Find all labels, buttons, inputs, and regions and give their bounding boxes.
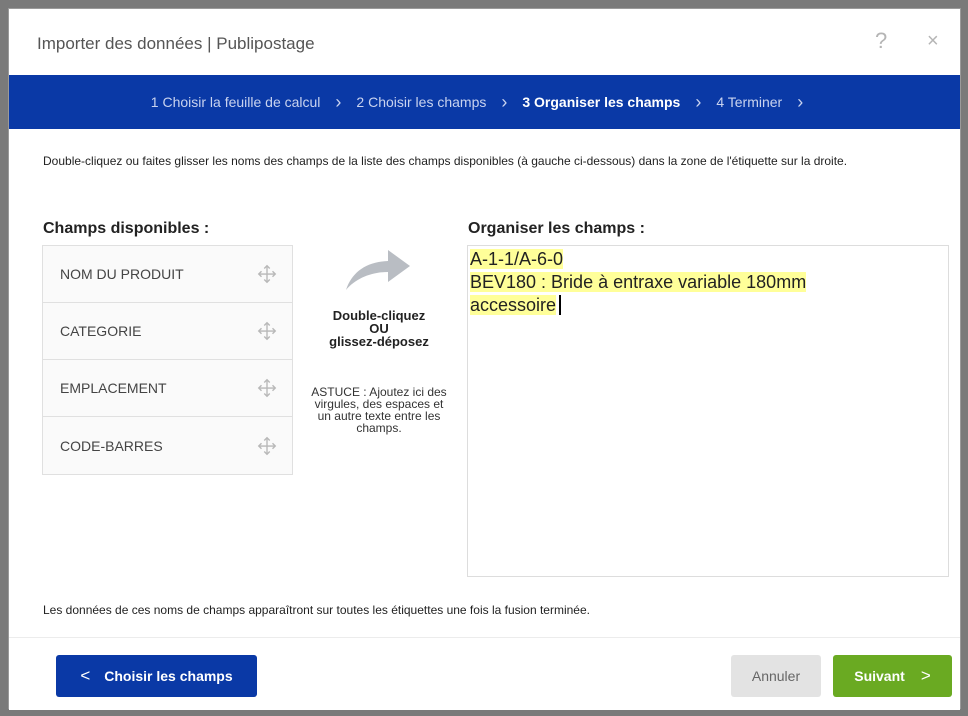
dialog-footer: < Choisir les champs Annuler Suivant > [9, 637, 960, 710]
step-finish[interactable]: 4 Terminer [716, 94, 782, 110]
back-button[interactable]: < Choisir les champs [56, 655, 257, 697]
move-icon[interactable] [256, 320, 278, 342]
dialog-title: Importer des données | Publipostage [37, 34, 315, 53]
chevron-right-icon: › [695, 92, 702, 112]
move-icon[interactable] [256, 377, 278, 399]
next-button-label: Suivant [854, 668, 905, 684]
available-fields-list: NOM DU PRODUIT CATEGORIE EMPLACEMENT COD… [42, 245, 293, 475]
field-item-category[interactable]: CATEGORIE [43, 303, 292, 360]
tip-text: ASTUCE : Ajoutez ici des virgules, des e… [311, 385, 447, 435]
field-label: NOM DU PRODUIT [60, 266, 184, 282]
chevron-right-icon: › [797, 92, 804, 112]
curved-arrow-icon [346, 250, 410, 290]
move-icon[interactable] [256, 263, 278, 285]
field-item-location[interactable]: EMPLACEMENT [43, 360, 292, 417]
chevron-right-icon: › [335, 92, 342, 112]
chevron-right-icon: > [920, 666, 931, 685]
text-cursor [559, 295, 562, 315]
field-label: CODE-BARRES [60, 437, 163, 454]
merge-field-product-name[interactable]: BEV180 : Bride à entraxe variable 180mm [470, 272, 807, 292]
help-icon[interactable]: ? [875, 28, 887, 54]
instructions-text: Double-cliquez ou faites glisser les nom… [43, 154, 848, 168]
close-icon[interactable]: × [927, 31, 939, 51]
step-choose-fields[interactable]: 2 Choisir les champs [356, 94, 486, 110]
chevron-left-icon: < [80, 666, 91, 685]
step-choose-sheet[interactable]: 1 Choisir la feuille de calcul [151, 94, 321, 110]
import-dialog: Importer des données | Publipostage ? × … [8, 8, 961, 710]
available-fields-heading: Champs disponibles : [43, 220, 210, 237]
merge-field-category[interactable]: accessoire [470, 295, 557, 315]
chevron-right-icon: › [501, 92, 508, 112]
footnote-text: Les données de ces noms de champs appara… [43, 603, 590, 617]
drag-hint: Double-cliquez OU glissez-déposez [309, 309, 449, 348]
field-label: CATEGORIE [60, 323, 142, 339]
field-item-product-name[interactable]: NOM DU PRODUIT [43, 246, 292, 303]
back-button-label: Choisir les champs [104, 668, 233, 684]
merge-field-location[interactable]: A-1-1/A-6-0 [470, 249, 564, 269]
move-icon[interactable] [256, 435, 278, 457]
step-arrange-fields[interactable]: 3 Organiser les champs [522, 94, 680, 110]
drag-hint-line3: glissez-déposez [329, 334, 429, 349]
cancel-button[interactable]: Annuler [731, 655, 821, 697]
next-button[interactable]: Suivant > [833, 655, 952, 697]
wizard-steps: 1 Choisir la feuille de calcul › 2 Chois… [9, 75, 960, 129]
field-item-barcode[interactable]: CODE-BARRES [43, 417, 292, 474]
dialog-titlebar: Importer des données | Publipostage ? × [9, 9, 960, 75]
arrange-fields-heading: Organiser les champs : [468, 220, 645, 237]
field-label: EMPLACEMENT [60, 380, 167, 396]
label-editor[interactable]: A-1-1/A-6-0 BEV180 : Bride à entraxe var… [467, 245, 949, 577]
